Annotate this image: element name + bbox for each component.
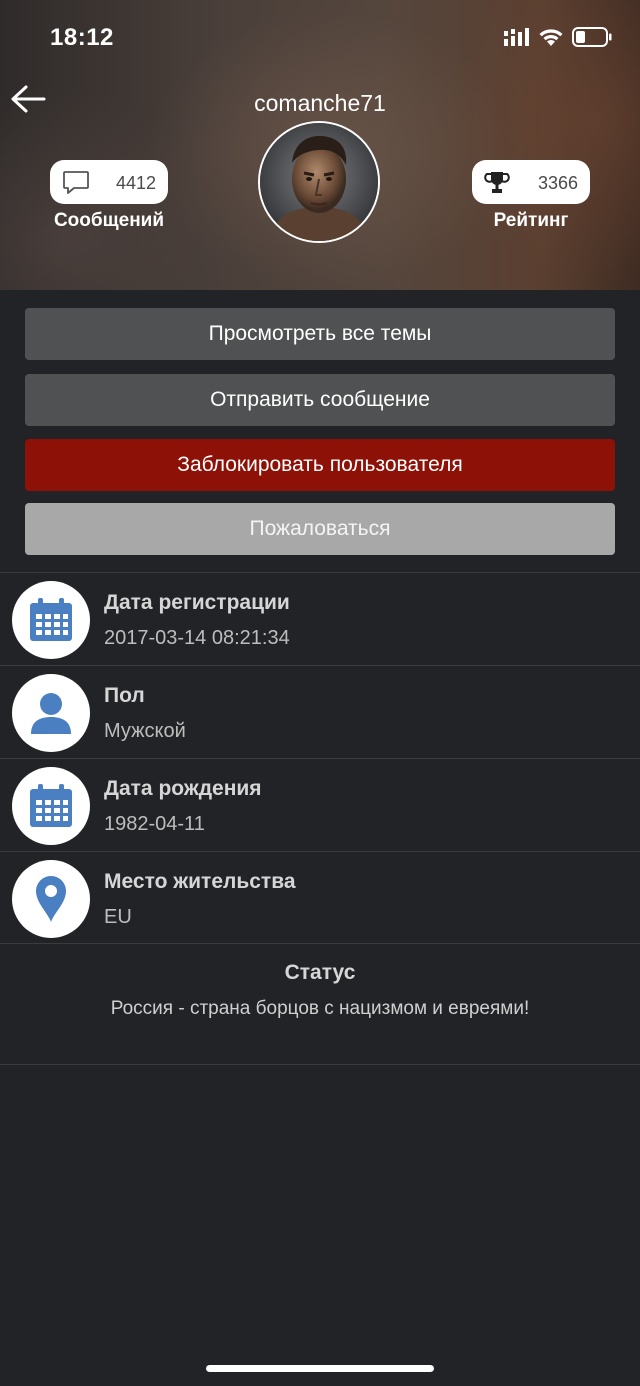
info-value: Мужской bbox=[104, 720, 186, 742]
info-row-gender: Пол Мужской bbox=[0, 666, 640, 758]
info-label: Пол bbox=[104, 684, 145, 707]
info-value: 2017-03-14 08:21:34 bbox=[104, 627, 290, 649]
info-value: 1982-04-11 bbox=[104, 813, 205, 835]
info-row-registration: Дата регистрации 2017-03-14 08:21:34 bbox=[0, 573, 640, 665]
wifi-icon bbox=[539, 28, 563, 46]
rating-count: 3366 bbox=[537, 173, 578, 193]
info-row-location: Место жительства EU bbox=[0, 852, 640, 944]
status-title: Статус bbox=[284, 961, 356, 984]
status-text: Россия - страна борцов с нацизмом и евре… bbox=[110, 998, 530, 1019]
block-user-button[interactable]: Заблокировать пользователя bbox=[25, 439, 615, 491]
speech-bubble-icon bbox=[62, 170, 90, 201]
calendar-icon bbox=[12, 581, 90, 659]
signal-icon bbox=[504, 28, 529, 46]
home-indicator[interactable] bbox=[206, 1365, 434, 1372]
view-all-topics-button[interactable]: Просмотреть все темы bbox=[25, 308, 615, 360]
info-label: Место жительства bbox=[104, 870, 296, 893]
info-label: Дата регистрации bbox=[104, 591, 290, 614]
location-pin-icon bbox=[12, 860, 90, 938]
divider bbox=[0, 1064, 640, 1065]
battery-icon bbox=[572, 27, 612, 47]
rating-label: Рейтинг bbox=[493, 210, 569, 231]
username: comanche71 bbox=[254, 90, 386, 116]
calendar-icon bbox=[12, 767, 90, 845]
info-row-birthdate: Дата рождения 1982-04-11 bbox=[0, 759, 640, 851]
messages-label: Сообщений bbox=[53, 210, 165, 231]
profile-header: 18:12 comanche71 4412 Сообщений 3366 Рей… bbox=[0, 0, 640, 290]
info-value: EU bbox=[104, 906, 132, 928]
divider bbox=[0, 943, 640, 944]
status-bar: 18:12 bbox=[0, 0, 640, 78]
person-icon bbox=[12, 674, 90, 752]
status-icons bbox=[504, 27, 612, 47]
messages-count: 4412 bbox=[115, 173, 156, 193]
avatar[interactable] bbox=[258, 121, 380, 243]
send-message-button[interactable]: Отправить сообщение bbox=[25, 374, 615, 426]
messages-stat[interactable]: 4412 bbox=[50, 160, 168, 204]
rating-stat[interactable]: 3366 bbox=[472, 160, 590, 204]
report-button[interactable]: Пожаловаться bbox=[25, 503, 615, 555]
status-time: 18:12 bbox=[50, 24, 114, 51]
trophy-icon bbox=[484, 170, 510, 201]
info-label: Дата рождения bbox=[104, 777, 262, 800]
